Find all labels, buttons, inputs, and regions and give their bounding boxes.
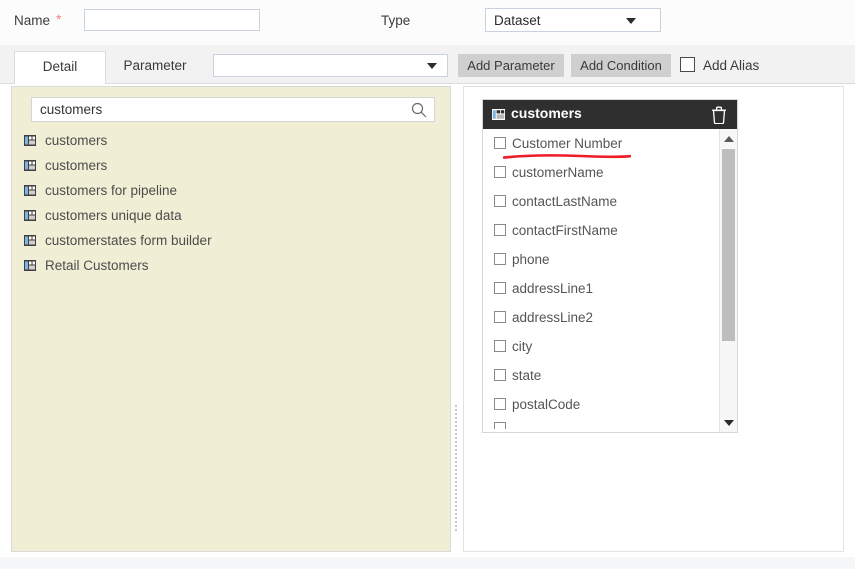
list-item-label: Retail Customers [45, 258, 149, 273]
field-checkbox[interactable] [494, 340, 506, 352]
parameter-select[interactable] [213, 54, 448, 77]
field-row[interactable]: addressLine2 [483, 303, 720, 332]
type-select[interactable]: Dataset [485, 8, 661, 32]
field-checkbox[interactable] [494, 195, 506, 207]
field-checkbox[interactable] [494, 224, 506, 236]
table-card-header[interactable]: customers [483, 100, 737, 129]
table-card-customers: customers Customer Number customerName c… [482, 99, 738, 433]
list-item[interactable]: customers unique data [19, 203, 444, 228]
field-row[interactable] [483, 419, 720, 429]
type-label: Type [381, 13, 411, 28]
tab-parameter[interactable]: Parameter [106, 51, 204, 84]
dataset-tree-panel: customers customers customers customers … [11, 86, 451, 552]
name-input[interactable] [84, 9, 260, 31]
trash-icon[interactable] [711, 106, 727, 124]
dataset-list: customers customers customers for pipeli… [19, 128, 444, 278]
field-row[interactable]: state [483, 361, 720, 390]
content-area: customers customers customers customers … [0, 84, 855, 557]
field-row[interactable]: addressLine1 [483, 274, 720, 303]
field-label: state [512, 368, 542, 383]
field-label: contactFirstName [512, 223, 618, 238]
field-checkbox[interactable] [494, 282, 506, 294]
panel-splitter[interactable] [452, 86, 462, 552]
field-row[interactable]: postalCode [483, 390, 720, 419]
bottom-strip [0, 557, 855, 569]
table-icon [492, 109, 505, 120]
tab-strip: Detail Parameter Add Parameter Add Condi… [0, 45, 855, 84]
field-checkbox[interactable] [494, 311, 506, 323]
type-select-value: Dataset [494, 13, 541, 28]
list-item[interactable]: customers [19, 153, 444, 178]
field-row[interactable]: contactLastName [483, 187, 720, 216]
scrollbar-thumb[interactable] [722, 149, 735, 341]
splitter-grip-icon [454, 404, 460, 531]
chevron-down-icon [427, 63, 437, 69]
list-item-label: customers [45, 133, 108, 148]
table-icon [24, 235, 36, 246]
tab-detail[interactable]: Detail [14, 51, 106, 84]
scroll-down-arrow-icon[interactable] [720, 414, 737, 431]
field-label: contactLastName [512, 194, 618, 209]
field-row[interactable]: Customer Number [483, 129, 720, 158]
search-box[interactable] [31, 97, 435, 122]
field-row[interactable]: city [483, 332, 720, 361]
field-checkbox[interactable] [494, 369, 506, 381]
field-label: addressLine2 [512, 310, 594, 325]
list-item-label: customerstates form builder [45, 233, 212, 248]
field-label: Customer Number [512, 136, 623, 151]
field-row[interactable]: contactFirstName [483, 216, 720, 245]
add-alias-checkbox[interactable] [680, 57, 695, 72]
table-card-title: customers [511, 105, 582, 121]
table-icon [24, 160, 36, 171]
search-icon[interactable] [411, 102, 427, 118]
list-item-label: customers unique data [45, 208, 182, 223]
field-checkbox[interactable] [494, 253, 506, 265]
table-icon [24, 185, 36, 196]
list-item[interactable]: Retail Customers [19, 253, 444, 278]
field-checkbox[interactable] [494, 137, 506, 149]
table-icon [24, 260, 36, 271]
field-checkbox[interactable] [494, 422, 506, 429]
field-label: customerName [512, 165, 604, 180]
add-parameter-button[interactable]: Add Parameter [458, 54, 564, 77]
field-row[interactable]: phone [483, 245, 720, 274]
add-condition-button[interactable]: Add Condition [571, 54, 671, 77]
form-header-row: Name * Type Dataset [0, 0, 855, 45]
add-alias-label: Add Alias [703, 58, 760, 73]
field-list-scrollbar[interactable] [719, 129, 737, 432]
required-marker: * [56, 11, 62, 27]
field-label: addressLine1 [512, 281, 594, 296]
list-item[interactable]: customerstates form builder [19, 228, 444, 253]
list-item[interactable]: customers [19, 128, 444, 153]
field-row[interactable]: customerName [483, 158, 720, 187]
search-input[interactable] [32, 98, 407, 121]
field-checkbox[interactable] [494, 398, 506, 410]
field-list: Customer Number customerName contactLast… [483, 129, 720, 432]
chevron-down-icon [626, 18, 636, 24]
list-item-label: customers [45, 158, 108, 173]
list-item-label: customers for pipeline [45, 183, 178, 198]
scroll-up-arrow-icon[interactable] [720, 130, 737, 147]
name-label: Name [14, 13, 51, 28]
field-label: phone [512, 252, 550, 267]
table-icon [24, 135, 36, 146]
table-icon [24, 210, 36, 221]
query-canvas-panel: customers Customer Number customerName c… [463, 86, 844, 552]
field-label: postalCode [512, 397, 581, 412]
field-checkbox[interactable] [494, 166, 506, 178]
list-item[interactable]: customers for pipeline [19, 178, 444, 203]
field-label: city [512, 339, 533, 354]
